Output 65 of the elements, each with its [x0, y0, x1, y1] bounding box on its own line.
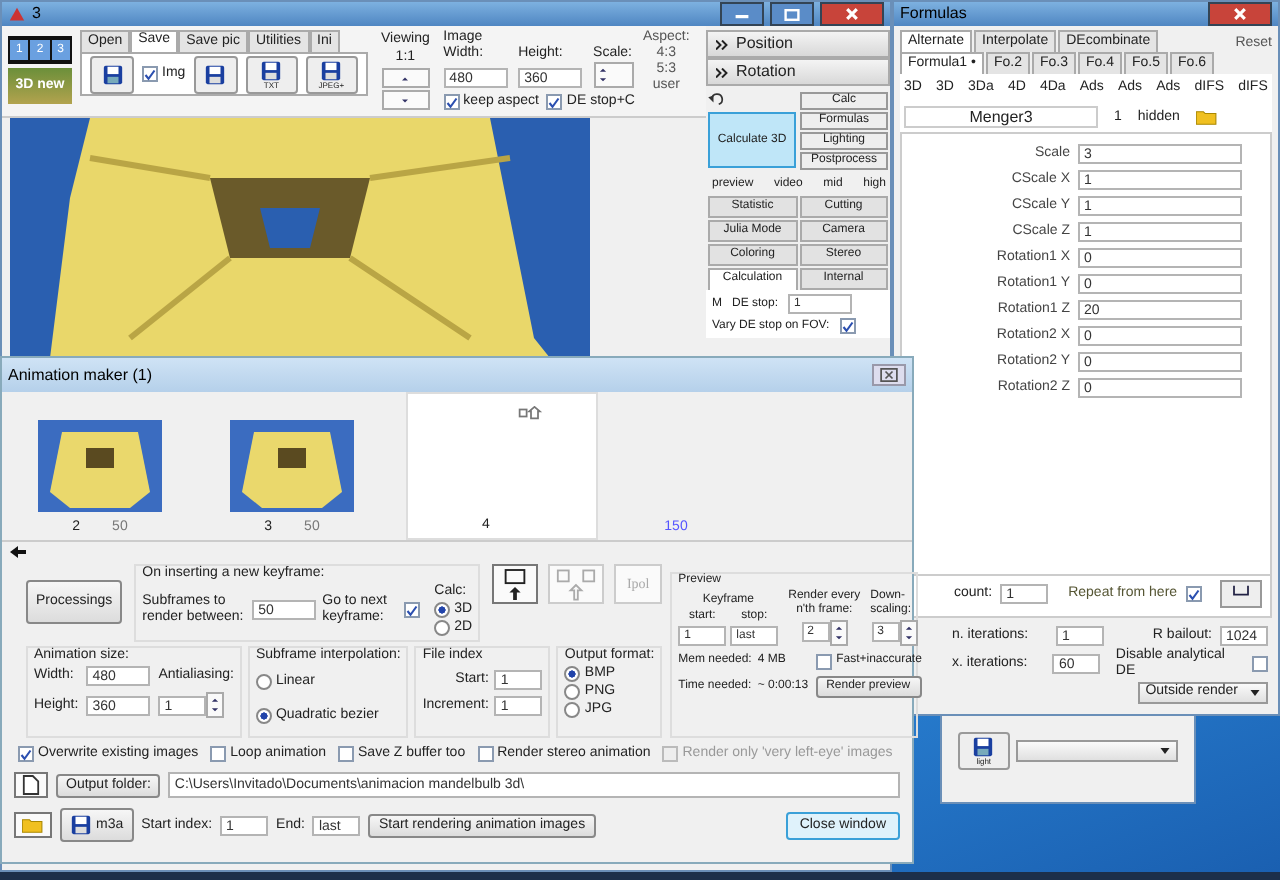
insert-arrow-icon — [500, 567, 531, 601]
radio-button[interactable] — [434, 620, 451, 637]
formula-name[interactable]: Menger3 — [904, 106, 1098, 129]
radio-button[interactable] — [434, 602, 451, 619]
close-icon — [880, 368, 898, 382]
keyframe-thumbnail — [38, 419, 162, 512]
minimize-icon — [734, 9, 750, 19]
minimize-button[interactable] — [720, 2, 764, 26]
new-file-button[interactable] — [14, 772, 48, 799]
save-button[interactable] — [90, 55, 134, 94]
link-button[interactable] — [1220, 579, 1262, 609]
close-icon — [844, 6, 860, 22]
checkbox[interactable] — [404, 602, 421, 619]
section-title: Rotation — [736, 62, 796, 82]
checkbox[interactable] — [477, 746, 494, 763]
checkbox[interactable] — [338, 746, 355, 763]
checkbox[interactable] — [1185, 586, 1202, 602]
section-header[interactable]: Position — [706, 30, 890, 58]
up-arrow-icon — [400, 75, 411, 82]
insert-arrow-icon — [556, 567, 597, 601]
maximize-icon — [784, 7, 800, 21]
double-chevron-icon — [716, 39, 728, 49]
spin-buttons[interactable] — [593, 62, 635, 88]
radio-button[interactable] — [564, 666, 581, 683]
radio-button[interactable] — [564, 684, 581, 701]
checkbox[interactable] — [816, 653, 833, 670]
save-button[interactable] — [193, 55, 238, 94]
bracket-icon — [1230, 583, 1252, 598]
checkbox[interactable] — [1252, 656, 1268, 672]
window-title: 3 — [32, 4, 41, 24]
close-button[interactable] — [1208, 2, 1272, 26]
radio-button[interactable] — [255, 674, 272, 691]
checkbox[interactable] — [210, 746, 227, 763]
document-icon — [22, 774, 40, 797]
spin-buttons[interactable] — [899, 619, 918, 646]
section-header[interactable]: Rotation — [706, 58, 890, 86]
undo-icon[interactable] — [708, 92, 726, 106]
folder-icon — [22, 817, 44, 834]
spin-buttons[interactable] — [206, 692, 225, 719]
down-arrow-icon — [400, 97, 411, 104]
dropdown[interactable] — [1015, 740, 1178, 762]
checkbox[interactable] — [18, 746, 34, 763]
insert-keyframe-button[interactable] — [492, 564, 539, 604]
caret-icon — [1160, 748, 1170, 754]
keyframe-thumbnail — [230, 419, 354, 512]
checkbox[interactable] — [839, 318, 856, 335]
maximize-button[interactable] — [770, 2, 814, 26]
checkbox[interactable] — [546, 94, 563, 111]
close-button[interactable] — [872, 364, 906, 386]
close-button[interactable] — [820, 2, 884, 26]
folder-icon[interactable] — [1195, 109, 1218, 126]
checkbox[interactable] — [142, 66, 158, 83]
double-chevron-icon — [716, 67, 728, 77]
window-title: Animation maker (1) — [8, 365, 153, 385]
left-arrow-icon[interactable] — [10, 546, 26, 558]
caret-icon — [1250, 689, 1260, 695]
radio-button[interactable] — [255, 708, 272, 725]
window-title: Formulas — [900, 4, 967, 24]
open-folder-button[interactable] — [14, 812, 52, 839]
checkbox[interactable] — [443, 94, 460, 111]
insert-icon[interactable] — [518, 406, 544, 420]
radio-button[interactable] — [564, 702, 581, 719]
spin-buttons[interactable] — [829, 619, 848, 646]
section-title: Position — [736, 34, 793, 54]
close-icon — [1232, 6, 1248, 22]
